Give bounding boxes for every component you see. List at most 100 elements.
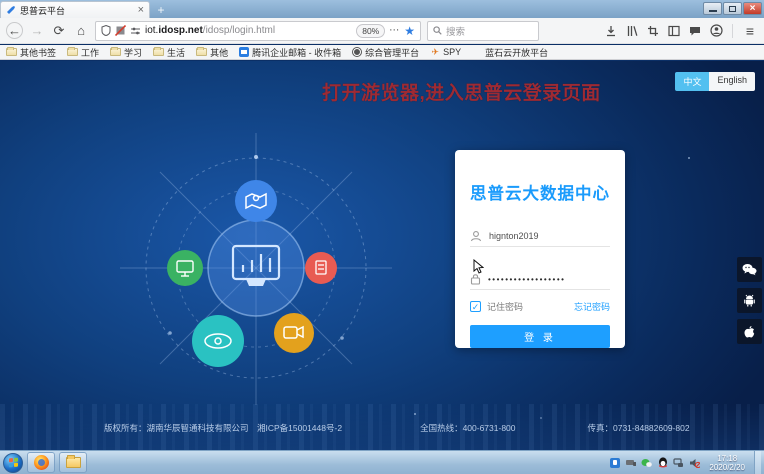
bookmark-management-platform[interactable]: 综合管理平台	[352, 46, 419, 59]
camera-satellite	[274, 313, 314, 353]
remember-label: 记住密码	[487, 300, 523, 313]
network-tray-icon[interactable]	[673, 457, 684, 468]
document-satellite	[305, 252, 337, 284]
windows-logo-icon	[9, 458, 18, 468]
notification-tray-icon[interactable]	[609, 457, 620, 468]
start-button[interactable]	[3, 453, 23, 473]
navigation-toolbar: ← → ⟳ ⌂ iot.idosp.net/idosp/login.html 8…	[0, 18, 764, 44]
bookmark-spy[interactable]: ✈SPY	[430, 47, 461, 57]
sidebar-icon[interactable]	[668, 25, 680, 37]
browser-tab[interactable]: 思普云平台 ×	[0, 1, 150, 18]
forgot-password-link[interactable]: 忘记密码	[574, 300, 610, 313]
bookmark-folder-work[interactable]: 工作	[67, 46, 99, 59]
apple-icon[interactable]	[737, 319, 762, 344]
annotation-text: 打开游览器,进入思普云登录页面	[322, 78, 601, 105]
clock-time: 17:18	[709, 454, 745, 463]
screenshot-icon[interactable]	[647, 25, 659, 37]
close-button[interactable]: ×	[743, 2, 762, 15]
volume-muted-icon[interactable]	[689, 457, 700, 468]
folder-icon	[153, 48, 164, 56]
permissions-icon	[130, 26, 141, 36]
download-icon[interactable]	[605, 25, 617, 37]
taskbar-firefox-button[interactable]	[27, 452, 55, 473]
taskbar-explorer-button[interactable]	[59, 452, 87, 473]
zoom-level-badge[interactable]: 80%	[356, 24, 385, 38]
folder-icon	[110, 48, 121, 56]
mail-icon	[239, 47, 249, 57]
language-toggle: 中文 English	[675, 72, 755, 91]
blocked-content-icon	[115, 25, 126, 36]
url-text[interactable]: iot.idosp.net/idosp/login.html	[145, 25, 352, 36]
search-placeholder: 搜索	[446, 24, 465, 38]
screen: 思普云平台 × + × ← → ⟳ ⌂ iot.idosp.net/idosp/…	[0, 0, 764, 474]
lang-chinese-button[interactable]: 中文	[675, 72, 709, 91]
monitor-satellite	[167, 250, 203, 286]
login-page: 中文 English 打开游览器,进入思普云登录页面	[0, 61, 764, 450]
restore-button[interactable]	[723, 2, 742, 15]
minimize-button[interactable]	[703, 2, 722, 15]
android-icon[interactable]	[737, 288, 762, 313]
search-icon	[433, 26, 442, 35]
new-tab-button[interactable]: +	[150, 3, 172, 18]
back-button[interactable]: ←	[6, 22, 23, 39]
spy-icon: ✈	[430, 47, 440, 57]
folder-icon	[196, 48, 207, 56]
lang-english-button[interactable]: English	[709, 72, 755, 91]
floating-side-icons	[737, 257, 762, 344]
page-actions-icon[interactable]: ⋯	[389, 25, 400, 36]
fax-text: 传真：0731-84882609-802	[588, 422, 690, 434]
system-tray: 17:18 2020/2/20	[609, 451, 761, 474]
wechat-icon[interactable]	[737, 257, 762, 282]
bookmark-lanshi-cloud[interactable]: 蓝石云开放平台	[472, 46, 548, 59]
taskbar-clock[interactable]: 17:18 2020/2/20	[709, 454, 745, 472]
orbit-graphic	[110, 133, 402, 405]
tab-title: 思普云平台	[20, 4, 134, 17]
login-card: 思普云大数据中心 hignton2019 •••••••••••••••••• …	[455, 150, 625, 348]
tab-close-icon[interactable]: ×	[138, 6, 144, 15]
titlebar: 思普云平台 × + ×	[0, 0, 764, 18]
forward-button[interactable]: →	[29, 23, 45, 39]
tab-favicon	[6, 5, 16, 15]
remember-row: ✓ 记住密码 忘记密码	[470, 300, 610, 313]
url-bar[interactable]: iot.idosp.net/idosp/login.html 80% ⋯ ★	[95, 21, 421, 41]
lock-icon	[470, 273, 481, 285]
hotline-text: 全国热线：400-6731-800	[420, 422, 515, 434]
bookmark-folder-study[interactable]: 学习	[110, 46, 142, 59]
menu-icon[interactable]: ≡	[742, 23, 758, 39]
copyright-text: 版权所有：湖南华辰智通科技有限公司 湘ICP备15001448号-2	[104, 422, 342, 434]
bookmarks-bar: 其他书签 工作 学习 生活 其他 腾讯企业邮箱 - 收件箱 综合管理平台 ✈SP…	[0, 45, 764, 60]
show-desktop-button[interactable]	[754, 451, 761, 474]
map-satellite	[235, 180, 277, 222]
bookmark-star-icon[interactable]: ★	[404, 24, 415, 38]
username-value: hignton2019	[489, 231, 539, 241]
bookmark-folder-other-bookmarks[interactable]: 其他书签	[6, 46, 56, 59]
library-icon[interactable]	[626, 25, 638, 37]
messages-icon[interactable]	[689, 25, 701, 37]
bookmark-folder-misc[interactable]: 其他	[196, 46, 228, 59]
password-field[interactable]: ••••••••••••••••••	[470, 268, 610, 290]
eye-satellite	[192, 315, 244, 367]
account-icon[interactable]	[710, 24, 723, 37]
remember-checkbox[interactable]: ✓	[470, 301, 481, 312]
home-button[interactable]: ⌂	[73, 23, 89, 39]
toolbar-separator	[732, 24, 733, 38]
shield-icon	[101, 25, 111, 36]
qq-tray-icon[interactable]	[657, 457, 668, 468]
login-title: 思普云大数据中心	[470, 180, 610, 204]
folder-icon	[6, 48, 17, 56]
device-tray-icon[interactable]	[625, 457, 636, 468]
bookmark-tencent-mail[interactable]: 腾讯企业邮箱 - 收件箱	[239, 46, 341, 59]
taskbar: 17:18 2020/2/20	[0, 450, 764, 474]
folder-icon	[67, 48, 78, 56]
bookmark-folder-life[interactable]: 生活	[153, 46, 185, 59]
wechat-tray-icon[interactable]	[641, 457, 652, 468]
explorer-folder-icon	[66, 457, 81, 468]
mouse-cursor	[473, 259, 484, 274]
password-value: ••••••••••••••••••	[488, 275, 565, 284]
user-icon	[470, 230, 482, 242]
reload-button[interactable]: ⟳	[51, 23, 67, 39]
username-field[interactable]: hignton2019	[470, 225, 610, 247]
firefox-icon	[34, 455, 49, 470]
login-button[interactable]: 登 录	[470, 325, 610, 348]
search-box[interactable]: 搜索	[427, 21, 539, 41]
